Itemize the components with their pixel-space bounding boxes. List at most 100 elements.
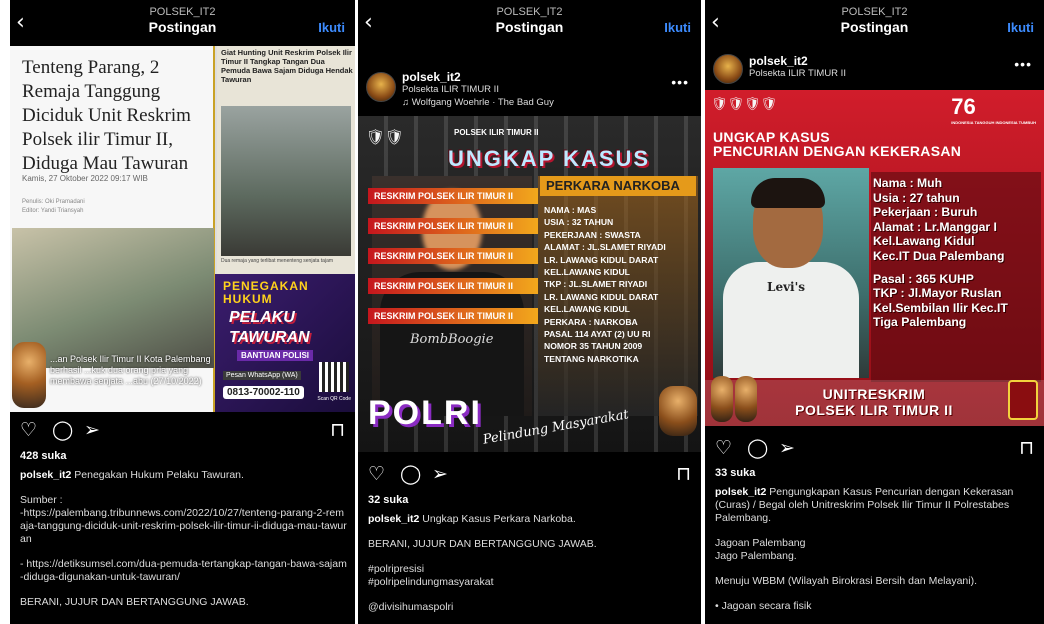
caption-link[interactable]: - https://detiksumsel.com/dua-pemuda-ter… — [20, 558, 347, 584]
comment-icon[interactable]: ◯ — [400, 462, 421, 486]
case-details-box: PERKARA NARKOBA NAMA : MAS USIA : 32 TAH… — [538, 176, 698, 416]
caption-text: Penegakan Hukum Pelaku Tawuran. — [74, 469, 244, 481]
suspect-photo: Levi's — [713, 168, 869, 378]
header-title: Postingan — [148, 19, 217, 35]
post-header: ‹ POLSEK_IT2 Postingan Ikuti — [705, 0, 1044, 46]
caption-sources[interactable]: Sumber : -https://palembang.tribunnews.c… — [20, 494, 347, 546]
news-headline: Tenteng Parang, 2 Remaja Tanggung Dicidu… — [22, 57, 191, 174]
case-details: NAMA : MAS USIA : 32 TAHUN PEKERJAAN : S… — [544, 204, 666, 365]
share-icon[interactable]: ➢ — [84, 418, 100, 442]
detail-line: TENTANG NARKOTIKA — [544, 353, 639, 364]
detail-line: Nama : Muh — [873, 176, 943, 190]
caption-tagline: Jagoan Palembang Jago Palembang. — [715, 537, 806, 562]
detail-line: KEL.LAWANG KIDUL — [544, 304, 630, 315]
share-icon[interactable]: ➢ — [779, 436, 795, 460]
anniversary-subtitle: INDONESIA TANGGUH INDONESIA TUMBUH — [951, 120, 1036, 125]
like-count[interactable]: 32 suka — [368, 494, 408, 506]
suspect-shirt: Levi's — [723, 262, 859, 378]
share-icon[interactable]: ➢ — [432, 462, 448, 486]
police-logos-icon: 🛡🛡 — [366, 129, 405, 146]
caption-wbbm: Menuju WBBM (Wilayah Birokrasi Bersih da… — [715, 575, 978, 587]
header-username: POLSEK_IT2 — [841, 6, 908, 18]
qr-label: Scan QR Code — [317, 396, 351, 402]
mascot-image — [711, 376, 733, 422]
image-title: UNGKAP KASUS — [448, 146, 651, 171]
follow-button[interactable]: Ikuti — [1007, 20, 1034, 35]
more-options-icon[interactable]: ••• — [1014, 56, 1032, 72]
shirt-text: BombBoogie — [410, 332, 494, 347]
caption: polsek_it2 Ungkap Kasus Perkara Narkoba.… — [368, 513, 693, 624]
anniversary-logo: 76 INDONESIA TANGGUH INDONESIA TUMBUH — [951, 94, 1036, 125]
bookmark-icon[interactable]: ⊓ — [676, 462, 691, 486]
author-name[interactable]: polsek_it2 — [402, 70, 461, 84]
post-image[interactable]: Tenteng Parang, 2 Remaja Tanggung Dicidu… — [10, 46, 355, 412]
detail-line: LR. LAWANG KIDUL DARAT — [544, 291, 659, 302]
author-name[interactable]: polsek_it2 — [749, 54, 808, 68]
caption-username[interactable]: polsek_it2 — [20, 469, 71, 481]
header-username: POLSEK_IT2 — [149, 6, 216, 18]
mascot-image — [659, 386, 697, 436]
detail-line: Kel.Sembilan Ilir Kec.IT — [873, 300, 1008, 315]
detail-line: Usia : 27 tahun — [873, 190, 960, 205]
side-label: RESKRIM POLSEK ILIR TIMUR II — [368, 188, 538, 204]
detail-line: Pekerjaan : Buruh — [873, 205, 978, 220]
like-count[interactable]: 428 suka — [20, 450, 66, 462]
case-details: Nama : Muh Usia : 27 tahun Pekerjaan : B… — [871, 172, 1041, 382]
unit-badge-icon — [1008, 380, 1038, 420]
more-options-icon[interactable]: ••• — [671, 74, 689, 90]
follow-button[interactable]: Ikuti — [318, 20, 345, 35]
suspect-photo: BombBoogie — [372, 176, 532, 416]
header-title: Postingan — [495, 19, 564, 35]
detail-line: TKP : JL.SLAMET RIYADI — [544, 279, 648, 290]
banner-subtitle: PELAKU TAWURAN — [229, 309, 310, 346]
caption-motto: BERANI, JUJUR DAN BERTANGGUNG JAWAB. — [368, 538, 597, 550]
detail-line: PERKARA : NARKOBA — [544, 316, 638, 327]
caption-hashtags[interactable]: #polripresisi #polripelindungmasyarakat — [368, 563, 693, 589]
detail-line: USIA : 32 TAHUN — [544, 217, 614, 228]
bookmark-icon[interactable]: ⊓ — [330, 418, 345, 442]
detail-line: Tiga Palembang — [873, 315, 967, 330]
detail-line: ALAMAT : JL.SLAMET RIYADI — [544, 242, 666, 253]
detail-line: Kec.IT Dua Palembang — [873, 248, 1005, 263]
banner-title: PENEGAKAN HUKUM — [223, 279, 309, 306]
detail-line: NOMOR 35 TAHUN 2009 — [544, 341, 643, 352]
bookmark-icon[interactable]: ⊓ — [1019, 436, 1034, 460]
suspect-hair — [751, 178, 825, 208]
caption-mention[interactable]: @divisihumaspolri — [368, 601, 693, 614]
comment-icon[interactable]: ◯ — [747, 436, 768, 460]
heart-icon[interactable]: ♡ — [368, 462, 385, 486]
author-row: polsek_it2 Polsekta ILIR TIMUR II ♫ Wolf… — [358, 60, 701, 116]
author-location[interactable]: Polsekta ILIR TIMUR II — [749, 68, 846, 79]
shirt-text: Levi's — [767, 280, 806, 294]
caption: polsek_it2 Penegakan Hukum Pelaku Tawura… — [20, 469, 347, 621]
unit-label: UNITRESKRIM POLSEK ILIR TIMUR II — [795, 386, 953, 418]
heart-icon[interactable]: ♡ — [715, 436, 732, 460]
caption-username[interactable]: polsek_it2 — [715, 486, 766, 498]
post-image[interactable]: 🛡🛡🛡🛡 76 INDONESIA TANGGUH INDONESIA TUMBU… — [705, 90, 1044, 426]
side-label: RESKRIM POLSEK ILIR TIMUR II — [368, 278, 538, 294]
police-logos-icon: 🛡🛡🛡🛡 — [711, 96, 778, 111]
detail-line: LR. LAWANG KIDUL DARAT — [544, 254, 659, 265]
side-label: RESKRIM POLSEK ILIR TIMUR II — [368, 218, 538, 234]
caption: polsek_it2 Pengungkapan Kasus Pencurian … — [715, 486, 1036, 624]
author-row: polsek_it2 Polsekta ILIR TIMUR II ••• — [705, 46, 1044, 90]
heart-icon[interactable]: ♡ — [20, 418, 37, 442]
detail-line: NAMA : MAS — [544, 205, 597, 215]
image-title: UNGKAP KASUS PENCURIAN DENGAN KEKERASAN — [713, 129, 962, 159]
avatar[interactable] — [713, 54, 743, 84]
avatar[interactable] — [366, 72, 396, 102]
detail-line: PEKERJAAN : SWASTA — [544, 229, 641, 240]
comment-icon[interactable]: ◯ — [52, 418, 73, 442]
author-location[interactable]: Polsekta ILIR TIMUR II — [402, 84, 499, 95]
post-panel-2: ‹ POLSEK_IT2 Postingan Ikuti polsek_it2 … — [358, 0, 701, 624]
image-subtitle: POLSEK ILIR TIMUR II — [454, 128, 539, 137]
post-image[interactable]: 🛡🛡 POLSEK ILIR TIMUR II UNGKAP KASUS Bom… — [358, 116, 701, 452]
like-count[interactable]: 33 suka — [715, 467, 755, 479]
caption-username[interactable]: polsek_it2 — [368, 513, 419, 525]
caption-motto: BERANI, JUJUR DAN BERTANGGUNG JAWAB. — [20, 596, 249, 608]
banner-phone: 0813-70002-110 — [223, 386, 304, 399]
mascot-image — [12, 342, 46, 408]
follow-button[interactable]: Ikuti — [664, 20, 691, 35]
side-label: RESKRIM POLSEK ILIR TIMUR II — [368, 248, 538, 264]
music-label[interactable]: ♫ Wolfgang Woehrle · The Bad Guy — [402, 97, 554, 108]
